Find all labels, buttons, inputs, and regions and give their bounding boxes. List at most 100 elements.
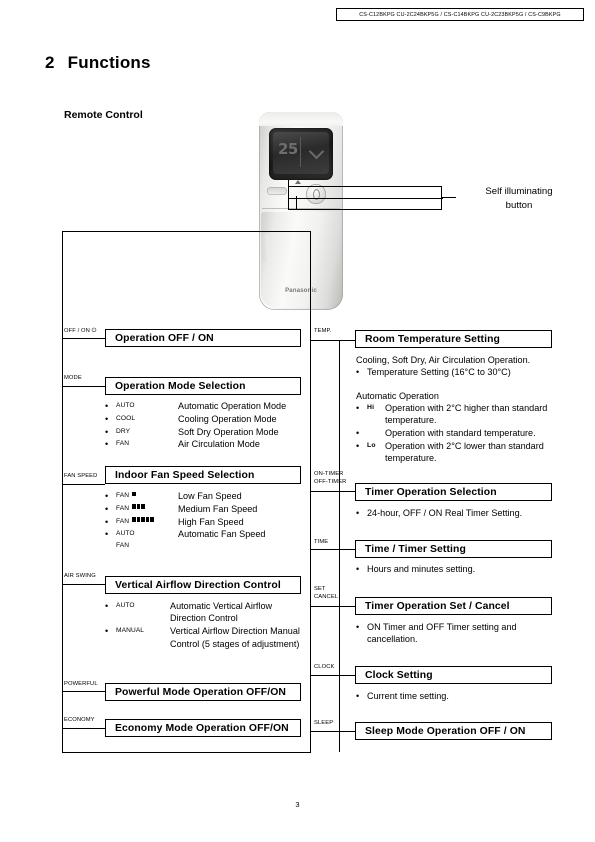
fan-bar-1-icon: [132, 491, 136, 496]
page-title: Remote Control: [64, 109, 143, 121]
fan-description: Medium Fan Speed: [178, 503, 258, 514]
tag-on-timer: ON-TIMER: [314, 471, 344, 477]
box-economy-mode-operation: Economy Mode Operation OFF/ON: [105, 719, 301, 737]
box-powerful-mode-operation: Powerful Mode Operation OFF/ON: [105, 683, 301, 701]
clock-bullets: • Current time setting.: [356, 690, 566, 703]
callout-line-1: Self illuminating: [485, 186, 553, 197]
list-item: • ON Timer and OFF Timer setting and can…: [356, 621, 561, 646]
bullet-icon: •: [105, 503, 109, 514]
box-timer-operation-set-cancel: Timer Operation Set / Cancel: [355, 597, 552, 615]
tag-rule-clock: [310, 675, 355, 676]
temp-automatic-heading: Automatic Operation: [356, 391, 439, 401]
list-operation-modes: • AUTO Automatic Operation Mode • COOL C…: [105, 400, 305, 451]
model-code-strip: CS-C12BKPG CU-2C24BKP5G / CS-C14BKPG CU-…: [336, 8, 584, 21]
remote-indicator-arrow-icon: [295, 180, 301, 184]
tag-rule-mode: [62, 386, 105, 387]
bullet-icon: •: [105, 601, 109, 611]
remote-flap-notch: [262, 234, 269, 262]
remote-oval-button: [267, 187, 287, 195]
list-item: • Lo Operation with 2°C lower than stand…: [356, 440, 566, 465]
time-setting-text: Hours and minutes setting.: [367, 564, 476, 574]
list-item: • AUTO FAN Automatic Fan Speed: [105, 528, 305, 549]
box-sleep-mode-operation: Sleep Mode Operation OFF / ON: [355, 722, 552, 740]
bullet-icon: •: [105, 516, 109, 527]
list-automatic-operation: • Hi Operation with 2°C higher than stan…: [356, 402, 566, 465]
fan-key: FAN: [116, 516, 178, 528]
lo-temp-icon: Lo: [367, 442, 376, 449]
box-operation-off-on: Operation OFF / ON: [105, 329, 301, 347]
tag-fan-speed: FAN SPEED: [64, 473, 98, 479]
tag-off-timer: OFF-TIMER: [314, 479, 347, 485]
set-cancel-bullets: • ON Timer and OFF Timer setting and can…: [356, 621, 561, 646]
auto-description: Operation with 2°C higher than standard …: [385, 403, 548, 426]
mode-description: Air Circulation Mode: [178, 439, 260, 450]
fan-key: FAN: [116, 490, 178, 502]
chapter-heading: 2 Functions: [45, 53, 151, 73]
temp-setting-bullet-row: • Temperature Setting (16°C to 30°C): [356, 366, 561, 379]
fan-bar-3-icon: [132, 504, 145, 509]
timer-selection-bullets: • 24-hour, OFF / ON Real Timer Setting.: [356, 507, 566, 520]
bullet-icon: •: [356, 403, 360, 413]
bullet-icon: •: [356, 564, 360, 574]
remote-lcd-frame: 25: [269, 128, 333, 180]
bullet-icon: •: [356, 691, 360, 701]
callout-leader-line: [442, 197, 456, 198]
mode-key: FAN: [116, 440, 130, 448]
box-room-temperature-setting: Room Temperature Setting: [355, 330, 552, 348]
fan-bar-5-icon: [132, 517, 154, 522]
fan-description: High Fan Speed: [178, 516, 244, 527]
swing-description: Vertical Airflow Direction Manual Contro…: [170, 626, 300, 649]
box-timer-operation-selection: Timer Operation Selection: [355, 483, 552, 501]
set-cancel-text: ON Timer and OFF Timer setting and cance…: [367, 622, 517, 645]
page-number: 3: [295, 800, 300, 809]
box-vertical-airflow-direction-control: Vertical Airflow Direction Control: [105, 576, 301, 594]
list-item: • AUTO Automatic Vertical Airflow Direct…: [105, 600, 305, 625]
box-clock-setting: Clock Setting: [355, 666, 552, 684]
callout-line-2: button: [505, 200, 533, 211]
tag-rule-powerful: [62, 691, 105, 692]
time-setting-bullets: • Hours and minutes setting.: [356, 563, 566, 576]
tag-rule-air-swing: [62, 584, 105, 585]
remote-brand-label: Panasonic: [285, 288, 317, 294]
list-item: • Hours and minutes setting.: [356, 563, 566, 575]
tag-rule-time: [310, 549, 355, 550]
fan-key-line2: FAN: [116, 541, 130, 549]
hi-temp-icon: Hi: [367, 404, 375, 411]
lcd-divider: [300, 137, 301, 167]
bullet-icon: •: [105, 426, 109, 437]
bullet-icon: •: [105, 439, 109, 450]
bullet-icon: •: [356, 428, 360, 439]
lcd-temperature-value: 25: [278, 140, 298, 158]
tag-clock: CLOCK: [314, 664, 335, 670]
mode-description: Cooling Operation Mode: [178, 413, 277, 424]
box-time-timer-setting: Time / Timer Setting: [355, 540, 552, 558]
remote-control-illustration: 25 Panasonic: [259, 112, 343, 310]
swing-key: AUTO: [116, 602, 135, 609]
list-item: • DRY Soft Dry Operation Mode: [105, 426, 305, 438]
tag-economy: ECONOMY: [64, 717, 95, 723]
bullet-icon: •: [356, 508, 360, 518]
list-item: • Temperature Setting (16°C to 30°C): [356, 366, 561, 378]
bullet-icon: •: [105, 626, 109, 637]
auto-description: Operation with standard temperature.: [385, 428, 536, 439]
tag-rule-sleep: [310, 731, 355, 732]
fan-key: FAN: [116, 503, 178, 515]
list-item: • FAN Low Fan Speed: [105, 490, 305, 502]
box-operation-mode-selection: Operation Mode Selection: [105, 377, 301, 395]
tag-rule-economy: [62, 728, 105, 729]
tag-rule-off-on: [62, 338, 105, 339]
mode-key: COOL: [116, 414, 136, 422]
list-item: • Current time setting.: [356, 690, 566, 702]
temp-range-text: Temperature Setting (16°C to 30°C): [367, 367, 511, 377]
tag-powerful: POWERFUL: [64, 681, 98, 687]
auto-description: Operation with 2°C lower than standard t…: [385, 441, 544, 464]
bullet-icon: •: [105, 529, 109, 540]
box-indoor-fan-speed-selection: Indoor Fan Speed Selection: [105, 466, 301, 484]
mode-key: AUTO: [116, 402, 135, 409]
tag-rule-set-cancel: [310, 606, 355, 607]
list-air-swing-modes: • AUTO Automatic Vertical Airflow Direct…: [105, 600, 305, 650]
tag-rule-fan-speed: [62, 484, 105, 485]
tag-air-swing: AIR SWING: [64, 573, 96, 579]
list-item: • Hi Operation with 2°C higher than stan…: [356, 402, 566, 427]
fan-description: Automatic Fan Speed: [178, 529, 266, 540]
